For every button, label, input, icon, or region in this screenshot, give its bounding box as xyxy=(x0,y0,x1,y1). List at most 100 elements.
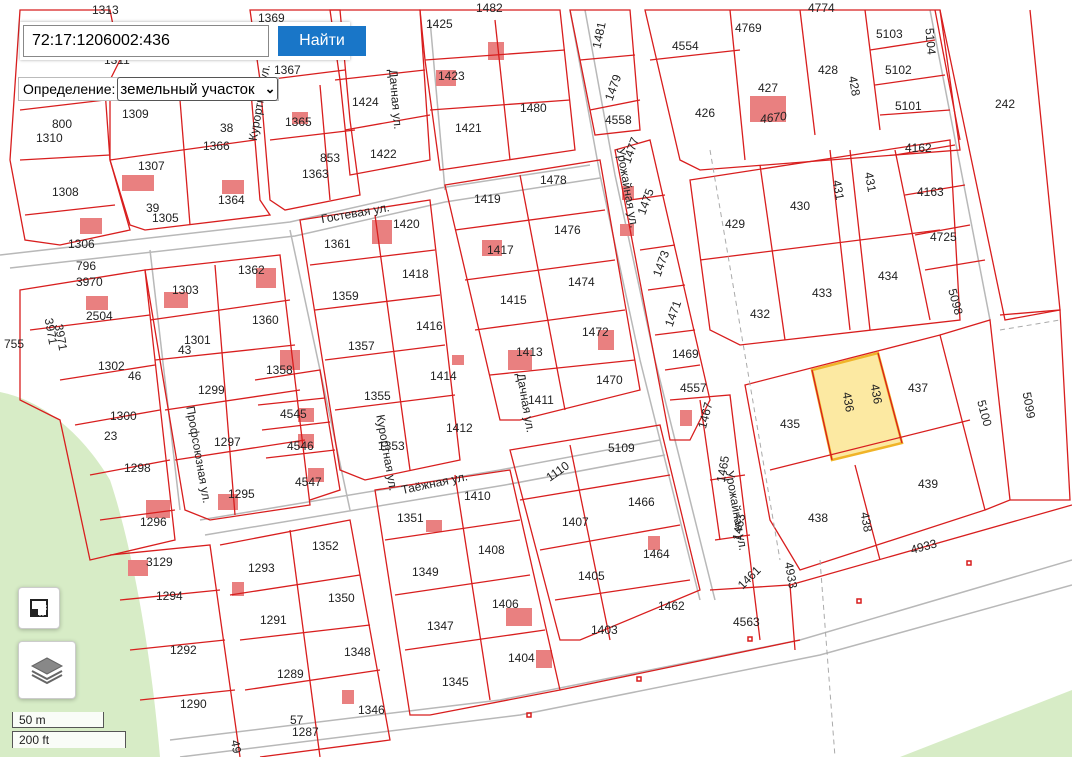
definition-row: Определение: земельный участок ⌄ xyxy=(18,77,280,101)
parcel-label: 1367 xyxy=(274,63,301,77)
parcel-label: 1302 xyxy=(98,359,125,373)
parcel-label: 1289 xyxy=(277,667,304,681)
parcel-label: 1294 xyxy=(156,589,183,603)
parcel-label: 1357 xyxy=(348,339,375,353)
parcel-label: 1408 xyxy=(478,543,505,557)
parcel-label: 1355 xyxy=(364,389,391,403)
parcel-label: 4774 xyxy=(808,1,835,15)
parcel-label: 1303 xyxy=(172,283,199,297)
parcel-label: 1404 xyxy=(508,651,535,665)
parcel-label: 1297 xyxy=(214,435,241,449)
parcel-label: 1470 xyxy=(596,373,623,387)
parcel-label: 1345 xyxy=(442,675,469,689)
cadastral-map[interactable]: 1313 1369 1425 1482 1481 4554 4769 4774 … xyxy=(0,0,1072,757)
parcel-label: 1425 xyxy=(426,17,453,31)
parcel-label: 1310 xyxy=(36,131,63,145)
parcel-label: 1365 xyxy=(285,115,312,129)
parcel-label: 1358 xyxy=(266,363,293,377)
parcel-label: 1412 xyxy=(446,421,473,435)
parcel-label: 1420 xyxy=(393,217,420,231)
parcel-label: 1464 xyxy=(643,547,670,561)
parcel-label: 1361 xyxy=(324,237,351,251)
parcel-label: 1407 xyxy=(562,515,589,529)
parcel-label: 5109 xyxy=(608,441,635,455)
parcel-label: 1362 xyxy=(238,263,265,277)
parcel-label: 1307 xyxy=(138,159,165,173)
parcel-label: 23 xyxy=(104,429,118,443)
parcel-label: 4769 xyxy=(735,21,762,35)
parcel-label: 1415 xyxy=(500,293,527,307)
parcel-label: 4545 xyxy=(280,407,307,421)
parcel-label: 1309 xyxy=(122,107,149,121)
parcel-label: 427 xyxy=(758,81,778,95)
parcel-label: 1476 xyxy=(554,223,581,237)
parcel-label: 1313 xyxy=(92,3,119,17)
parcel-label: 4563 xyxy=(733,615,760,629)
measure-button[interactable] xyxy=(18,587,60,629)
search-input[interactable] xyxy=(23,25,269,57)
parcel-label: 1306 xyxy=(68,237,95,251)
parcel-label: 439 xyxy=(918,477,938,491)
layers-button[interactable] xyxy=(18,641,76,699)
definition-label: Определение: xyxy=(23,81,116,97)
chevron-down-icon: ⌄ xyxy=(264,81,276,96)
parcel-label: 38 xyxy=(220,121,234,135)
parcel-label: 5102 xyxy=(885,63,912,77)
definition-select[interactable]: земельный участок ⌄ xyxy=(117,77,279,101)
parcel-label: 46 xyxy=(128,369,142,383)
parcel-label: 1348 xyxy=(344,645,371,659)
parcel-label: 433 xyxy=(812,286,832,300)
parcel-label: 5101 xyxy=(895,99,922,113)
parcel-label: 5104 xyxy=(922,27,938,55)
parcel-label: 5103 xyxy=(876,27,903,41)
parcel-label: 1482 xyxy=(476,1,503,15)
parcel-label: 429 xyxy=(725,217,745,231)
parcel-label: 1403 xyxy=(591,623,618,637)
parcel-label: 1292 xyxy=(170,643,197,657)
parcel-label: 1305 xyxy=(152,211,179,225)
parcel-label: 1359 xyxy=(332,289,359,303)
parcel-label: 1364 xyxy=(218,193,245,207)
layers-icon xyxy=(30,657,64,685)
scale-imperial: 200 ft xyxy=(12,731,126,748)
parcel-label: 796 xyxy=(76,259,96,273)
parcel-label: 4162 xyxy=(905,141,932,155)
parcel-label: 1352 xyxy=(312,539,339,553)
parcel-label: 437 xyxy=(908,381,928,395)
parcel-label: 1413 xyxy=(516,345,543,359)
parcel-label: 853 xyxy=(320,151,340,165)
parcel-label: 1293 xyxy=(248,561,275,575)
parcel-label: 1299 xyxy=(198,383,225,397)
search-button[interactable]: Найти xyxy=(278,26,366,56)
parcel-label: 1472 xyxy=(582,325,609,339)
parcel-label: 1351 xyxy=(397,511,424,525)
parcel-label: 438 xyxy=(808,511,828,525)
parcel-label: 1298 xyxy=(124,461,151,475)
parcel-label: 1480 xyxy=(520,101,547,115)
parcel-label: 1346 xyxy=(358,703,385,717)
parcel-label: 434 xyxy=(878,269,898,283)
parcel-label: 426 xyxy=(695,106,715,120)
parcel-label: 1469 xyxy=(672,347,699,361)
parcel-label: 1287 xyxy=(292,725,319,739)
parcel-label: 1363 xyxy=(302,167,329,181)
parcel-label: 435 xyxy=(780,417,800,431)
parcel-label: 1360 xyxy=(252,313,279,327)
parcel-label: 4557 xyxy=(680,381,707,395)
parcel-label: 1416 xyxy=(416,319,443,333)
parcel-label: 4547 xyxy=(295,475,322,489)
parcel-label: 4558 xyxy=(605,113,632,127)
parcel-label: 1406 xyxy=(492,597,519,611)
parcel-label: 1414 xyxy=(430,369,457,383)
parcel-label: 49 xyxy=(228,739,244,755)
parcel-label: 1405 xyxy=(578,569,605,583)
parcel-label: 4546 xyxy=(287,439,314,453)
parcel-label: 755 xyxy=(4,337,24,351)
parcel-label: 1410 xyxy=(464,489,491,503)
parcel-label: 1419 xyxy=(474,192,501,206)
parcel-label: 1462 xyxy=(658,599,685,613)
parcel-label: 1300 xyxy=(110,409,137,423)
parcel-label: 1478 xyxy=(540,173,567,187)
parcel-label: 3970 xyxy=(76,275,103,289)
parcel-label: 1296 xyxy=(140,515,167,529)
